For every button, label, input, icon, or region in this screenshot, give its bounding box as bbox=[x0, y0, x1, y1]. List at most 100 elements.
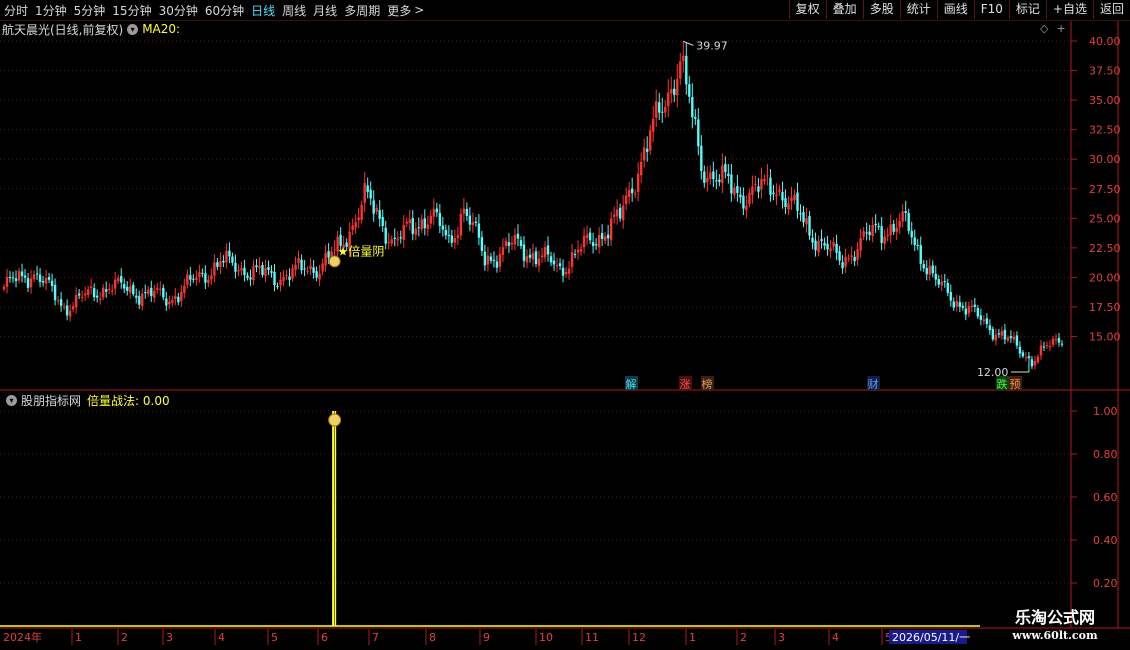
candle-body bbox=[534, 251, 538, 265]
kline-chart[interactable]: 40.00 37.50 35.00 32.50 30.00 27.50 25.00 22.50… bbox=[0, 0, 1130, 650]
candle-body bbox=[288, 276, 291, 280]
candle-body bbox=[531, 252, 535, 260]
candle-body bbox=[378, 210, 381, 219]
month-label: 10 bbox=[539, 631, 553, 644]
candle-body bbox=[95, 295, 99, 298]
candle-body bbox=[17, 271, 21, 281]
chevron-down-icon[interactable]: ▾ bbox=[127, 23, 139, 35]
candle-body bbox=[180, 291, 183, 302]
month-label: 3 bbox=[778, 631, 785, 644]
month-label: 5 bbox=[271, 631, 278, 644]
candle-body bbox=[784, 198, 787, 208]
candle-body bbox=[778, 189, 781, 192]
candle-body bbox=[372, 200, 375, 214]
candle-body bbox=[474, 221, 478, 223]
candle-body bbox=[318, 273, 321, 280]
candle-body bbox=[489, 256, 493, 261]
candle-body bbox=[222, 260, 225, 263]
candle-body bbox=[603, 236, 607, 241]
candle-body bbox=[814, 240, 817, 251]
candle-body bbox=[104, 289, 108, 292]
candle-body bbox=[1042, 346, 1046, 348]
candle-body bbox=[919, 245, 922, 264]
candle-body bbox=[901, 211, 904, 222]
candle-body bbox=[44, 277, 48, 284]
candle-body bbox=[1021, 352, 1025, 357]
candle-body bbox=[907, 213, 910, 231]
candle-body bbox=[1027, 356, 1031, 359]
month-label: 8 bbox=[429, 631, 436, 644]
candle-body bbox=[922, 264, 925, 269]
month-label: 6 bbox=[321, 631, 328, 644]
high-pointer bbox=[683, 40, 694, 46]
candle-body bbox=[240, 268, 243, 271]
candle-body bbox=[664, 106, 667, 113]
candle-body bbox=[679, 61, 682, 79]
candle-body bbox=[742, 195, 745, 209]
candle-body bbox=[892, 223, 895, 232]
candle-body bbox=[727, 173, 730, 177]
candle-body bbox=[414, 228, 417, 236]
candle-body bbox=[156, 288, 159, 290]
candle-body bbox=[366, 185, 369, 192]
candle-body bbox=[417, 227, 420, 229]
candle-body bbox=[579, 249, 583, 252]
candle-body bbox=[411, 218, 414, 234]
candle-body bbox=[447, 235, 451, 237]
candle-body bbox=[943, 281, 946, 283]
candle-body bbox=[501, 247, 505, 255]
month-label: 1 bbox=[689, 631, 696, 644]
candle-body bbox=[41, 281, 45, 283]
event-tags: 解 涨榜 财 跌预 bbox=[625, 376, 1022, 391]
candle-body bbox=[195, 277, 198, 280]
candle-body bbox=[390, 239, 393, 244]
price-tick-label: 30.00 bbox=[1089, 153, 1121, 166]
candle-body bbox=[694, 116, 697, 119]
candle-body bbox=[47, 276, 51, 280]
candle-body bbox=[117, 277, 120, 282]
candle-body bbox=[426, 224, 430, 229]
candle-body bbox=[192, 278, 195, 280]
candle-body bbox=[874, 223, 877, 226]
candle-body bbox=[790, 197, 793, 202]
candle-body bbox=[691, 97, 694, 118]
candle-body bbox=[68, 310, 72, 317]
candle-body bbox=[504, 240, 508, 247]
candle-body bbox=[519, 240, 523, 247]
candle-body bbox=[615, 209, 619, 217]
plus-icon[interactable]: + bbox=[1056, 22, 1065, 35]
candle-body bbox=[688, 84, 691, 97]
candle-body bbox=[940, 281, 943, 286]
candle-body bbox=[153, 291, 156, 298]
stock-title[interactable]: 航天晨光(日线,前复权) bbox=[2, 21, 123, 38]
candle-body bbox=[606, 234, 610, 239]
candle-body bbox=[375, 208, 378, 212]
candle-body bbox=[150, 287, 153, 297]
indicator-panel-header: ▾ 股朋指标网 倍量战法: 0.00 bbox=[2, 392, 170, 408]
candle-body bbox=[312, 267, 315, 273]
signal-label: ★倍量阴 bbox=[338, 243, 385, 258]
candle-body bbox=[135, 295, 138, 298]
main-panel-corner-icons: ◇ + bbox=[1040, 22, 1074, 35]
indicator-source[interactable]: 股朋指标网 bbox=[21, 392, 81, 409]
diamond-icon[interactable]: ◇ bbox=[1040, 22, 1048, 35]
indicator-tick-label: 0.40 bbox=[1093, 534, 1118, 547]
candle-body bbox=[636, 173, 640, 192]
event-tag: 榜 bbox=[702, 377, 713, 391]
candle-body bbox=[910, 230, 913, 238]
candle-body bbox=[655, 101, 658, 118]
candle-body bbox=[633, 193, 637, 195]
candle-body bbox=[120, 276, 123, 283]
candle-body bbox=[868, 231, 871, 236]
candle-body bbox=[32, 274, 36, 280]
chevron-down-icon[interactable]: ▾ bbox=[6, 394, 17, 406]
candle-body bbox=[808, 216, 811, 236]
candle-body bbox=[994, 334, 998, 341]
candle-body bbox=[26, 278, 30, 288]
candle-body bbox=[706, 178, 709, 183]
candle-body bbox=[486, 255, 490, 265]
candle-body bbox=[522, 244, 526, 261]
candle-body bbox=[50, 280, 54, 286]
candle-body bbox=[546, 245, 550, 255]
candle-body bbox=[555, 265, 559, 267]
